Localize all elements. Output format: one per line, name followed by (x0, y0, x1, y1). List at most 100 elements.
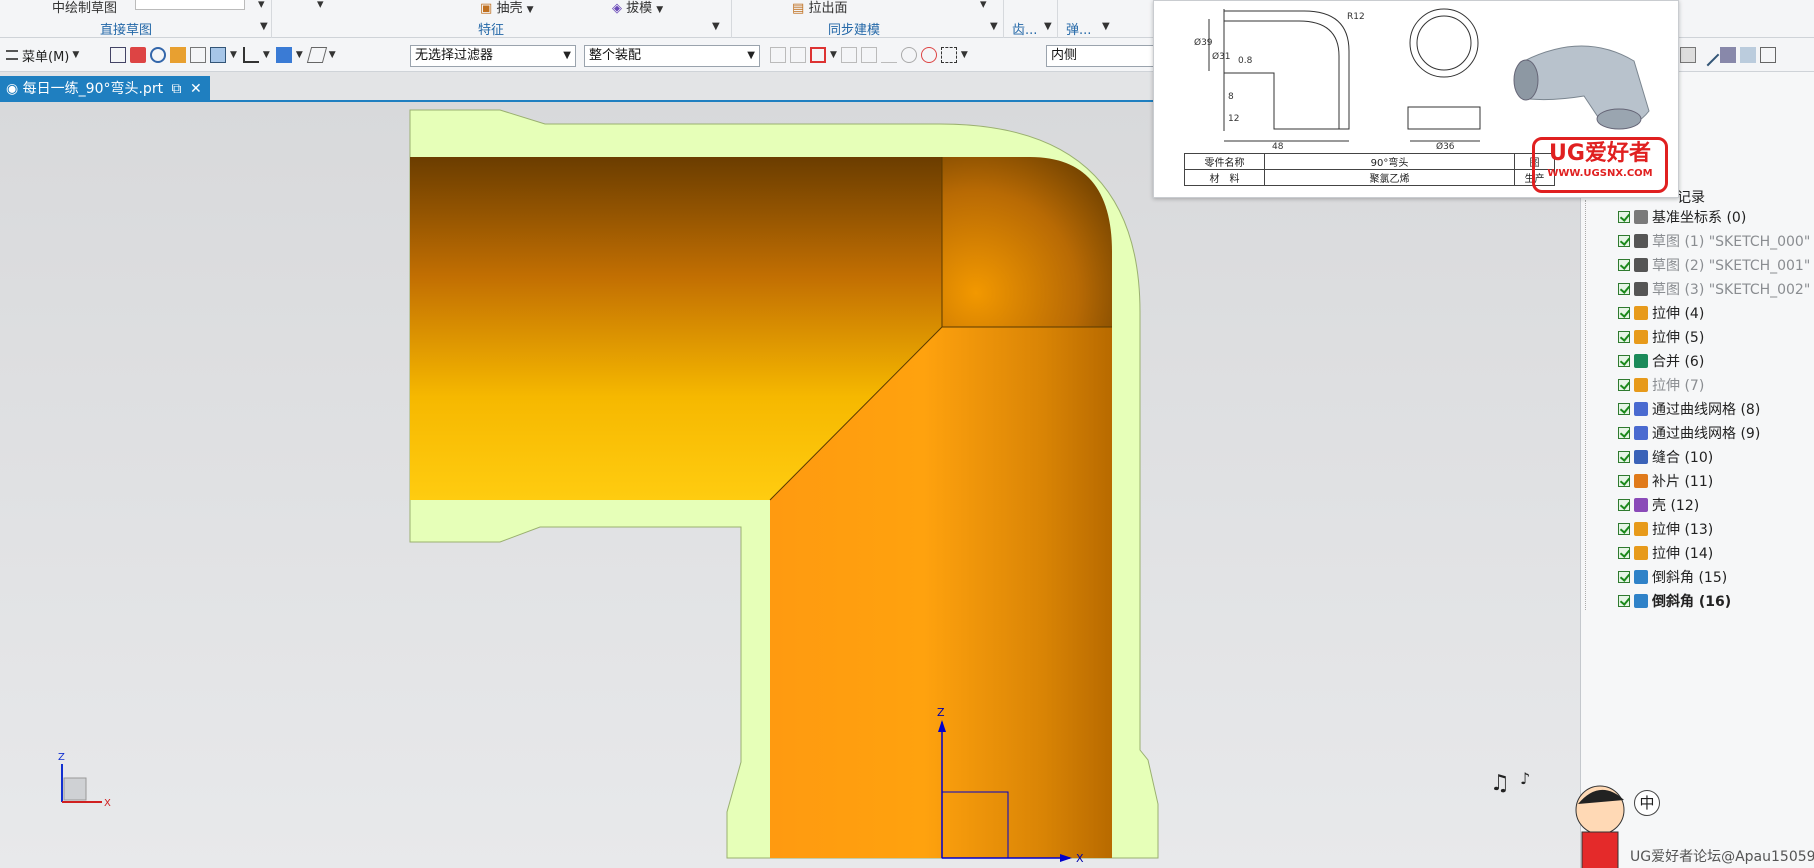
extrude-icon (1634, 522, 1648, 536)
snap-tools: ▼ ▼ (770, 45, 968, 65)
tree-node[interactable]: 壳 (12) (1618, 494, 1699, 516)
snap-icon[interactable] (900, 47, 917, 63)
view-icon[interactable] (306, 47, 327, 63)
chevron-down-icon[interactable]: ▼ (260, 21, 268, 32)
elbow-corner[interactable] (942, 157, 1112, 327)
visibility-checkbox[interactable] (1618, 379, 1630, 391)
chevron-down-icon[interactable]: ▾ (980, 0, 987, 12)
selection-scope-select[interactable]: 内侧 (1046, 45, 1166, 67)
selection-scope-value: 内侧 (1051, 48, 1078, 63)
snap-icon[interactable] (790, 47, 806, 63)
tree-node[interactable]: 基准坐标系 (0) (1618, 206, 1746, 228)
tree-node[interactable]: 拉伸 (5) (1618, 326, 1704, 348)
snap-icon[interactable] (920, 47, 937, 63)
tree-node[interactable]: 倒斜角 (16) (1618, 590, 1731, 612)
tree-node[interactable]: 拉伸 (13) (1618, 518, 1713, 540)
tree-node[interactable]: 合并 (6) (1618, 350, 1704, 372)
layer-icon[interactable] (210, 47, 226, 63)
wcs-icon[interactable] (242, 47, 259, 63)
visibility-checkbox[interactable] (1618, 595, 1630, 607)
chevron-down-icon[interactable]: ▼ (990, 21, 998, 32)
tree-node-label: 合并 (6) (1652, 354, 1705, 370)
box-select-icon[interactable] (940, 47, 957, 63)
sketch-command[interactable]: 中绘制草图 (52, 0, 117, 16)
tab-part-file[interactable]: ◉ 每日一练_90°弯头.prt ⧉ ✕ (0, 76, 210, 102)
select-all-icon[interactable] (810, 47, 826, 63)
tree-node[interactable]: 草图 (3) "SKETCH_002" (1618, 278, 1810, 300)
crosshair-icon[interactable] (1680, 47, 1696, 63)
sew-icon (1634, 450, 1648, 464)
chevron-down-icon[interactable]: ▾ (258, 0, 265, 12)
tree-node-label: 拉伸 (14) (1652, 546, 1714, 562)
menu-icon (6, 50, 18, 60)
shell-command[interactable]: ▣ 抽壳 ▼ (480, 0, 534, 16)
visibility-checkbox[interactable] (1618, 211, 1630, 223)
extrude-face-command[interactable]: ▤ 拉出面 (792, 0, 847, 16)
group-title-spring[interactable]: 弹... (1066, 19, 1091, 38)
tree-node[interactable]: 拉伸 (4) (1618, 302, 1704, 324)
curve-mesh-icon (1634, 402, 1648, 416)
model-view[interactable]: Z X Z X (0, 102, 1580, 868)
more-icon[interactable]: ▾ (317, 0, 324, 12)
graphics-window[interactable]: Z X Z X (0, 102, 1580, 868)
visibility-checkbox[interactable] (1618, 331, 1630, 343)
tree-node[interactable]: 补片 (11) (1618, 470, 1713, 492)
visibility-checkbox[interactable] (1618, 403, 1630, 415)
visibility-checkbox[interactable] (1618, 307, 1630, 319)
visibility-checkbox[interactable] (1618, 259, 1630, 271)
visibility-checkbox[interactable] (1618, 283, 1630, 295)
group-title-gear[interactable]: 齿... (1012, 19, 1037, 38)
tree-node[interactable]: 缝合 (10) (1618, 446, 1713, 468)
visibility-checkbox[interactable] (1618, 427, 1630, 439)
snap-view-icon[interactable] (1740, 47, 1756, 63)
tree-node[interactable]: 倒斜角 (15) (1618, 566, 1727, 588)
pan-icon[interactable] (170, 47, 186, 63)
visibility-checkbox[interactable] (1618, 523, 1630, 535)
float-window-icon[interactable]: ⧉ (172, 81, 182, 97)
visibility-checkbox[interactable] (1618, 355, 1630, 367)
measure-icon[interactable] (1720, 47, 1736, 63)
tree-node[interactable]: 通过曲线网格 (9) (1618, 422, 1760, 444)
visibility-checkbox[interactable] (1618, 235, 1630, 247)
part-name-label: 零件名称 (1184, 153, 1265, 170)
orient-icon[interactable] (190, 47, 206, 63)
tree-node[interactable]: 拉伸 (7) (1618, 374, 1704, 396)
selection-filter-value: 无选择过滤器 (415, 48, 494, 63)
rotate-icon[interactable] (150, 47, 166, 63)
tree-node[interactable]: 拉伸 (14) (1618, 542, 1713, 564)
dim-8: 8 (1228, 92, 1234, 102)
tree-node[interactable]: 通过曲线网格 (8) (1618, 398, 1760, 420)
visibility-checkbox[interactable] (1618, 571, 1630, 583)
draft-command[interactable]: ◈ 拔模 ▼ (612, 0, 663, 16)
unite-icon (1634, 354, 1648, 368)
menu-button[interactable]: 菜单(M) ▼ (6, 45, 79, 65)
visibility-checkbox[interactable] (1618, 475, 1630, 487)
snap-icon[interactable] (770, 47, 786, 63)
snap-icon[interactable] (840, 47, 857, 63)
tree-node-label: 倒斜角 (15) (1652, 570, 1728, 586)
zoom-icon[interactable] (130, 47, 146, 63)
ime-zhong-button[interactable]: 中 (1634, 790, 1660, 816)
assembly-scope-value: 整个装配 (589, 48, 642, 63)
fit-view-icon[interactable] (110, 47, 126, 63)
visibility-checkbox[interactable] (1618, 499, 1630, 511)
close-icon[interactable]: ✕ (190, 81, 202, 97)
tree-node[interactable]: 草图 (2) "SKETCH_001" (1618, 254, 1810, 276)
shell-label: 抽壳 (496, 1, 523, 16)
dim-12: 12 (1228, 114, 1239, 124)
snap-icon[interactable] (860, 47, 877, 63)
chevron-down-icon[interactable]: ▼ (712, 21, 720, 32)
snap-icon[interactable] (880, 47, 897, 63)
sketch-tools-box[interactable] (135, 0, 245, 10)
assembly-scope-select[interactable]: 整个装配 ▼ (584, 45, 760, 67)
line-icon[interactable] (1696, 43, 1720, 67)
draft-label: 拔模 (626, 1, 653, 16)
grid-icon[interactable] (1760, 47, 1776, 63)
chevron-down-icon[interactable]: ▼ (1102, 21, 1110, 32)
render-style-icon[interactable] (275, 47, 292, 63)
chevron-down-icon[interactable]: ▼ (1044, 21, 1052, 32)
selection-filter-select[interactable]: 无选择过滤器 ▼ (410, 45, 576, 67)
tree-node[interactable]: 草图 (1) "SKETCH_000" (1618, 230, 1810, 252)
visibility-checkbox[interactable] (1618, 547, 1630, 559)
visibility-checkbox[interactable] (1618, 451, 1630, 463)
